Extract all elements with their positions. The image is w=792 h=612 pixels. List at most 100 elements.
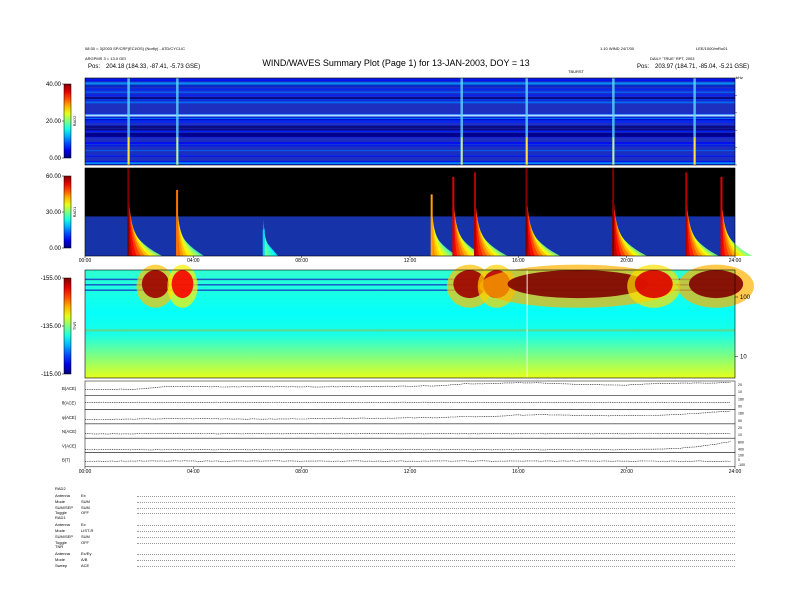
- footer-row-value: Ex: [81, 522, 86, 528]
- rad1-burst-onset: [430, 194, 433, 256]
- mag-x-axis-tick-label: 04:00: [187, 469, 200, 475]
- rad2-band: [85, 94, 735, 96]
- footer-row-key: Antenna: [55, 522, 70, 528]
- footer-row: Toggle OFF: [55, 540, 735, 546]
- tnr-colorbar-tick-label: -155.00: [41, 276, 62, 282]
- wind-waves-summary-plot: 0.00 20.00 40.00 RAD2 0.00 30.00 60.00 RAD1 00:0…: [41, 77, 754, 475]
- mag-x-axis-tick-label: 00:00: [79, 469, 92, 475]
- rad2-colorbar: 0.00 20.00 40.00 RAD2: [46, 82, 77, 162]
- tnr-plasma-line: [85, 329, 735, 332]
- rad1-spectrogram: [84, 167, 753, 257]
- rad2-band: [85, 118, 735, 121]
- footer-group-title: RAD1: [55, 515, 66, 521]
- mag-panel-0: B(ACE) 20 10: [62, 380, 742, 396]
- rad1-burst-onset: [474, 172, 476, 256]
- footer-row-value: SUM: [81, 533, 90, 539]
- rad1-burst-onset: [262, 229, 265, 256]
- rad2-event-spike-core: [460, 137, 463, 165]
- rad2-event-spike-core: [612, 137, 615, 165]
- footer-row-key: SUM/SEP: [55, 533, 74, 539]
- rad2-strong-band: [85, 97, 735, 100]
- footer-row-divider: [137, 554, 735, 556]
- rad2-band: [85, 162, 735, 165]
- rad1-colorbar-label: RAD1: [72, 206, 77, 217]
- mag-panel-5: B(T) 1000-100: [62, 452, 745, 468]
- tnr-right-tick-label: 10: [740, 354, 747, 360]
- footer-row: Sweep ACE: [55, 563, 735, 569]
- footer-row-divider: [137, 501, 735, 503]
- footer-row-divider: [137, 531, 735, 532]
- mag-x-axis-tick-label: 24:00: [729, 469, 742, 475]
- rad2-band: [85, 142, 735, 145]
- rad1-colorbar-tick-label: 30.00: [46, 210, 62, 216]
- mag-panel-label: B(T): [62, 458, 71, 463]
- mag-panel-label: B(ACE): [62, 386, 77, 391]
- footer-row: Toggle OFF: [55, 510, 735, 516]
- footer-row-value: LIST-R: [81, 528, 94, 533]
- footer-group-title: TNR: [55, 544, 64, 550]
- rad2-band: [85, 85, 735, 87]
- rad1-burst-onset: [127, 168, 130, 256]
- rad1-x-axis-tick-label: 00:00: [79, 258, 92, 264]
- rad1-x-axis: 00:00 04:00 08:00 12:00 16:00 20:00 24:00: [79, 256, 742, 264]
- mag-panel-3: N(ACE) 20 10: [62, 423, 742, 439]
- rad2-colorbar-bar: [63, 83, 72, 159]
- rad2-colorbar-tick-label: 0.00: [49, 156, 61, 162]
- rad2-band: [85, 145, 735, 147]
- tnr-colorbar-tick-label: -115.00: [41, 372, 62, 378]
- mag-panel-label: φ(ACE): [62, 415, 77, 420]
- mag-x-axis-tick-label: 12:00: [404, 469, 417, 475]
- rad2-event-spike-core: [127, 137, 130, 165]
- rad2-colorbar-label: RAD2: [72, 115, 77, 126]
- rad2-band: [85, 80, 735, 82]
- rad2-strong-band: [85, 114, 735, 117]
- mag-panel-tick-label: 10: [738, 433, 742, 437]
- rad2-band: [85, 88, 735, 91]
- tnr-colorbar-bar: [63, 277, 72, 375]
- rad1-burst-onset: [685, 172, 688, 256]
- footer-row-value: Ex: [81, 493, 86, 498]
- rad2-spectrogram: [84, 77, 737, 166]
- mag-panel-frame: [84, 452, 736, 468]
- rad2-band: [85, 78, 735, 81]
- tnr-event-line: [526, 270, 528, 378]
- tnr-emission-core: [634, 270, 673, 299]
- mag-panel-tick-label: 180: [738, 397, 744, 401]
- rad1-x-axis-tick-label: 08:00: [295, 258, 308, 264]
- footer-row-key: SUM/SEP: [55, 504, 74, 510]
- mag-panel-frame: [84, 423, 736, 439]
- mag-panel-frame: [84, 380, 736, 396]
- mag-panel-tick-label: 10: [738, 390, 742, 394]
- mag-panel-tick-label: 90: [738, 405, 742, 409]
- rad2-band: [85, 150, 735, 152]
- footer-row-value: SUM: [81, 504, 90, 510]
- rad2-strong-band: [85, 125, 735, 128]
- mag-panel-tick-label: 400: [738, 447, 744, 451]
- rad1-x-axis-tick-label: 24:00: [729, 258, 742, 264]
- footer-row-divider: [137, 496, 735, 497]
- rad2-band: [85, 130, 735, 133]
- mag-panel-tick-label: 100: [738, 453, 744, 457]
- mag-x-axis: 00:00 04:00 08:00 12:00 16:00 20:00 24:00: [79, 466, 742, 475]
- footer-row-value: SUM: [81, 498, 90, 504]
- mag-x-axis-tick-label: 20:00: [620, 469, 633, 475]
- rad1-colorbar-tick-label: 60.00: [46, 174, 62, 180]
- mag-panel-label: N(ACE): [62, 429, 77, 434]
- tnr-spectrogram: 100 10: [84, 264, 754, 379]
- mag-panel-tick-label: 0: [738, 458, 740, 462]
- tnr-colorbar-tick-label: -135.00: [41, 324, 62, 330]
- footer-row-key: Mode: [55, 498, 66, 504]
- mag-panel-tick-label: 20: [738, 426, 742, 430]
- mag-panel-tick-label: 180: [738, 412, 744, 416]
- mag-panel-tick-label: 20: [738, 383, 742, 387]
- rad1-burst-onset: [720, 176, 723, 256]
- rad1-x-axis-tick-label: 20:00: [620, 258, 633, 264]
- footer-row-value: OFF: [81, 539, 89, 545]
- rad2-band: [85, 121, 735, 123]
- footer-row-divider: [137, 536, 735, 538]
- mag-panel-tick-label: -100: [738, 463, 745, 467]
- rad2-colorbar-tick-label: 20.00: [46, 119, 62, 125]
- mag-panel-frame: [84, 437, 736, 453]
- footer-row-divider: [137, 560, 735, 562]
- tnr-colorbar: -115.00 -135.00 -155.00 TNR: [41, 276, 77, 378]
